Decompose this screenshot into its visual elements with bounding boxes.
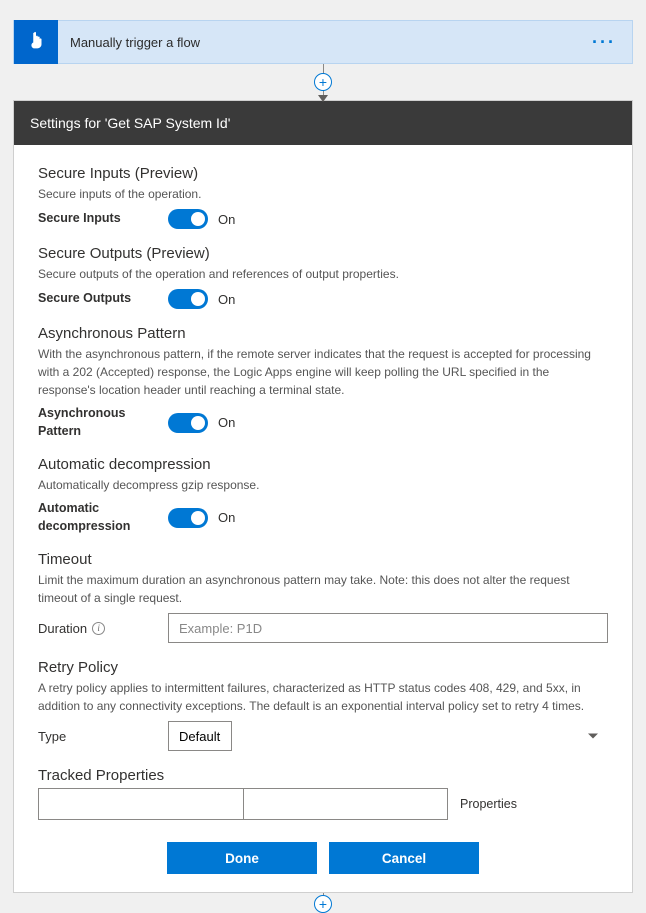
- timeout-section: Timeout Limit the maximum duration an as…: [38, 551, 608, 643]
- async-pattern-desc: With the asynchronous pattern, if the re…: [38, 345, 608, 399]
- trigger-card[interactable]: Manually trigger a flow ···: [13, 20, 633, 64]
- settings-body: Secure Inputs (Preview) Secure inputs of…: [14, 145, 632, 892]
- auto-decompress-title: Automatic decompression: [38, 456, 608, 473]
- retry-type-label: Type: [38, 729, 168, 744]
- secure-outputs-section: Secure Outputs (Preview) Secure outputs …: [38, 245, 608, 309]
- secure-inputs-title: Secure Inputs (Preview): [38, 165, 608, 182]
- async-pattern-label: Asynchronous Pattern: [38, 405, 168, 440]
- tracked-properties-section: Tracked Properties Properties: [38, 767, 608, 820]
- timeout-title: Timeout: [38, 551, 608, 568]
- auto-decompress-label: Automatic decompression: [38, 500, 168, 535]
- add-step-button[interactable]: +: [314, 73, 332, 91]
- auto-decompress-toggle[interactable]: [168, 508, 208, 528]
- cancel-button[interactable]: Cancel: [329, 842, 479, 874]
- connector: +: [13, 64, 633, 100]
- add-step-button-bottom[interactable]: +: [314, 895, 332, 913]
- secure-outputs-state: On: [218, 292, 235, 307]
- async-pattern-state: On: [218, 415, 235, 430]
- secure-outputs-title: Secure Outputs (Preview): [38, 245, 608, 262]
- timeout-label: Duration i: [38, 621, 168, 636]
- trigger-menu-button[interactable]: ···: [592, 32, 632, 53]
- tracked-key-input[interactable]: [39, 789, 244, 819]
- retry-policy-title: Retry Policy: [38, 659, 608, 676]
- async-pattern-title: Asynchronous Pattern: [38, 325, 608, 342]
- bottom-connector: +: [13, 893, 633, 913]
- settings-panel: Settings for 'Get SAP System Id' Secure …: [13, 100, 633, 893]
- button-row: Done Cancel: [38, 842, 608, 874]
- tracked-value-input[interactable]: [244, 789, 448, 819]
- secure-inputs-toggle[interactable]: [168, 209, 208, 229]
- secure-inputs-section: Secure Inputs (Preview) Secure inputs of…: [38, 165, 608, 229]
- secure-outputs-desc: Secure outputs of the operation and refe…: [38, 265, 608, 283]
- async-pattern-toggle[interactable]: [168, 413, 208, 433]
- manual-trigger-icon: [14, 20, 58, 64]
- timeout-label-text: Duration: [38, 621, 87, 636]
- properties-label: Properties: [460, 797, 517, 811]
- done-button[interactable]: Done: [167, 842, 317, 874]
- auto-decompress-desc: Automatically decompress gzip response.: [38, 476, 608, 494]
- retry-policy-section: Retry Policy A retry policy applies to i…: [38, 659, 608, 751]
- secure-inputs-label: Secure Inputs: [38, 210, 168, 228]
- duration-input[interactable]: [168, 613, 608, 643]
- timeout-desc: Limit the maximum duration an asynchrono…: [38, 571, 608, 607]
- auto-decompress-section: Automatic decompression Automatically de…: [38, 456, 608, 535]
- retry-type-select[interactable]: Default: [168, 721, 232, 751]
- settings-title: Settings for 'Get SAP System Id': [14, 101, 632, 145]
- tracked-properties-title: Tracked Properties: [38, 767, 608, 784]
- secure-inputs-desc: Secure inputs of the operation.: [38, 185, 608, 203]
- secure-outputs-label: Secure Outputs: [38, 290, 168, 308]
- info-icon[interactable]: i: [92, 622, 105, 635]
- retry-policy-desc: A retry policy applies to intermittent f…: [38, 679, 608, 715]
- async-pattern-section: Asynchronous Pattern With the asynchrono…: [38, 325, 608, 440]
- trigger-label: Manually trigger a flow: [58, 35, 592, 50]
- secure-inputs-state: On: [218, 212, 235, 227]
- auto-decompress-state: On: [218, 510, 235, 525]
- secure-outputs-toggle[interactable]: [168, 289, 208, 309]
- arrow-down-icon: [318, 95, 328, 102]
